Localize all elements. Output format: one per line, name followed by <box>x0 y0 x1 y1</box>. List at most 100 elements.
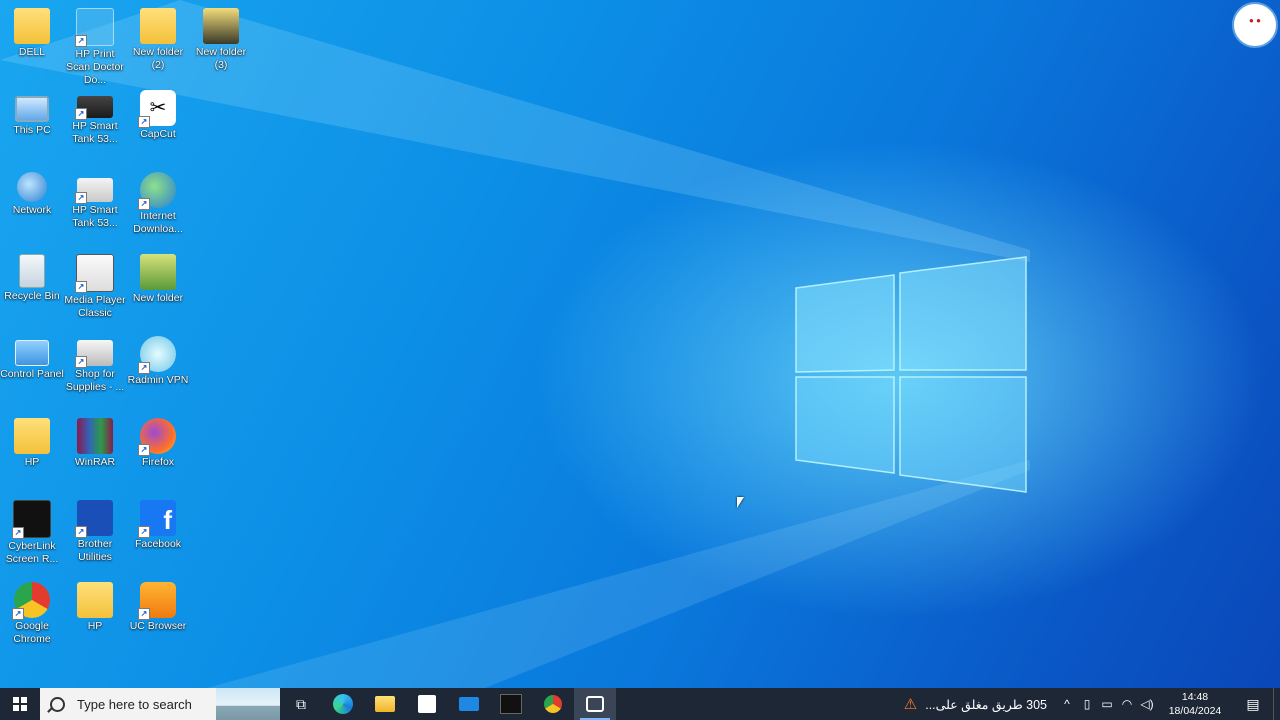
task-view-icon: ⧉ <box>296 695 306 712</box>
desktop-icon-uc-browser[interactable]: ↗ UC Browser <box>126 578 190 658</box>
recycle-bin-icon <box>19 254 45 288</box>
wifi-icon[interactable]: ◠ <box>1117 697 1137 711</box>
desktop-icon-label: Google Chrome <box>13 620 51 645</box>
show-hidden-icons-chevron-icon[interactable]: ^ <box>1057 697 1077 711</box>
desktop-icon-facebook[interactable]: f ↗ Facebook <box>126 496 190 576</box>
desktop-icon-media-player-classic[interactable]: ↗ Media Player Classic <box>63 250 127 330</box>
desktop-icon-new-folder-3[interactable]: New folder (3) <box>189 4 253 84</box>
task-view-button[interactable]: ⧉ <box>280 688 322 720</box>
network-globe-icon <box>17 172 47 202</box>
desktop-icon-label: HP Print Scan Doctor Do... <box>66 48 124 86</box>
printer-icon: ↗ <box>75 96 113 120</box>
device-icon[interactable]: ▯ <box>1077 697 1097 711</box>
desktop-icon-label: New folder <box>132 292 184 304</box>
search-box[interactable]: Type here to search <box>40 688 280 720</box>
desktop-icon-label: Recycle Bin <box>4 290 60 302</box>
notification-center-icon: ▤ <box>1246 695 1260 712</box>
shortcut-arrow-icon: ↗ <box>75 281 87 293</box>
shortcut-arrow-icon: ↗ <box>75 35 87 47</box>
desktop-icon-hp-smart-tank-2[interactable]: ↗ HP Smart Tank 53... <box>63 168 127 248</box>
chrome-icon <box>544 695 562 713</box>
taskbar-cyberlink[interactable] <box>490 688 532 720</box>
desktop-icon-label: Facebook <box>134 538 182 550</box>
folder-icon <box>140 8 176 44</box>
desktop-icon-hp-folder[interactable]: HP <box>0 414 64 494</box>
folder-icon <box>140 254 176 290</box>
desktop-icon-label: WinRAR <box>74 456 116 468</box>
search-highlight-image <box>216 688 280 720</box>
taskbar-screen-recorder[interactable] <box>574 688 616 720</box>
shortcut-arrow-icon: ↗ <box>138 116 150 128</box>
desktop-icon-radmin-vpn[interactable]: ↗ Radmin VPN <box>126 332 190 412</box>
desktop-icon-capcut[interactable]: ✂ ↗ CapCut <box>126 86 190 166</box>
desktop-icon-dell[interactable]: DELL <box>0 4 64 84</box>
start-button[interactable] <box>0 688 40 720</box>
mouse-cursor-icon <box>737 497 744 508</box>
desktop-icon-label: Firefox <box>141 456 175 468</box>
taskbar: Type here to search ⧉ ⚠ 305 طريق مغلق عل… <box>0 688 1280 720</box>
desktop-icon-recycle-bin[interactable]: Recycle Bin <box>0 250 64 330</box>
screen-recorder-icon <box>586 696 604 712</box>
notifications-button[interactable]: ▤ <box>1233 688 1273 720</box>
taskbar-mail[interactable] <box>448 688 490 720</box>
desktop-icon-label: Brother Utilities <box>77 538 113 563</box>
cyberlink-screen-recorder-icon: ↗ <box>12 500 51 539</box>
desktop-icon-this-pc[interactable]: This PC <box>0 86 64 166</box>
traffic-alert-icon: ⚠ <box>903 696 918 713</box>
taskbar-chrome[interactable] <box>532 688 574 720</box>
desktop-icon-label: New folder (2) <box>132 46 184 71</box>
desktop-icon-cyberlink[interactable]: ↗ CyberLink Screen R... <box>0 496 64 576</box>
desktop-icon-hp-print-scan-doctor[interactable]: ↗ HP Print Scan Doctor Do... <box>63 4 127 86</box>
channel-watermark-logo: ● ● <box>1232 2 1278 48</box>
desktop-icon-label: Control Panel <box>0 368 64 380</box>
winrar-icon <box>77 418 113 454</box>
desktop-icon-label: CyberLink Screen R... <box>5 540 59 565</box>
folder-icon <box>77 582 113 618</box>
desktop-icon-winrar[interactable]: WinRAR <box>63 414 127 494</box>
show-desktop-button[interactable] <box>1273 688 1280 720</box>
desktop-icon-brother-utilities[interactable]: ↗ Brother Utilities <box>63 496 127 576</box>
shortcut-arrow-icon: ↗ <box>12 527 24 539</box>
desktop-icon-label: HP <box>24 456 40 468</box>
media-player-classic-icon: ↗ <box>75 254 114 293</box>
desktop-icon-label: HP <box>87 620 103 632</box>
desktop-icon-internet-download[interactable]: ↗ Internet Downloa... <box>126 168 190 248</box>
desktop-icon-hp-folder-2[interactable]: HP <box>63 578 127 658</box>
shortcut-arrow-icon: ↗ <box>75 108 87 120</box>
desktop-icon-control-panel[interactable]: Control Panel <box>0 332 64 412</box>
shortcut-arrow-icon: ↗ <box>75 192 87 204</box>
desktop-icon-shop-for-supplies[interactable]: ↗ Shop for Supplies - ... <box>63 332 127 412</box>
desktop-icon-hp-smart-tank-1[interactable]: ↗ HP Smart Tank 53... <box>63 86 127 166</box>
desktop-icon-label: UC Browser <box>129 620 187 632</box>
clock[interactable]: 14:48 18/04/2024 <box>1157 690 1233 718</box>
taskbar-edge[interactable] <box>322 688 364 720</box>
desktop-icon-firefox[interactable]: ↗ Firefox <box>126 414 190 494</box>
desktop-icon-label: Media Player Classic <box>64 294 126 319</box>
desktop-icon-label: CapCut <box>140 128 176 140</box>
desktop-icon-new-folder-2[interactable]: New folder (2) <box>126 4 190 84</box>
desktop-icon-label: HP Smart Tank 53... <box>72 204 118 229</box>
desktop-icon-label: Internet Downloa... <box>133 210 183 235</box>
battery-icon[interactable]: ▭ <box>1097 697 1117 711</box>
taskbar-microsoft-store[interactable] <box>406 688 448 720</box>
desktop-icon-google-chrome[interactable]: ↗ Google Chrome <box>0 578 64 658</box>
desktop-icon-network[interactable]: Network <box>0 168 64 248</box>
desktop-icon-label: Radmin VPN <box>127 374 189 386</box>
folder-icon <box>203 8 239 44</box>
news-text: 305 طريق مغلق على... <box>925 697 1047 712</box>
taskbar-file-explorer[interactable] <box>364 688 406 720</box>
desktop-icon-label: DELL <box>18 46 46 58</box>
desktop-icon-label: This PC <box>13 124 51 136</box>
computer-icon <box>15 96 49 122</box>
scanner-icon: ↗ <box>75 178 113 204</box>
brother-utilities-icon: ↗ <box>75 500 113 538</box>
cyberlink-icon <box>500 694 522 714</box>
firefox-icon: ↗ <box>138 418 176 456</box>
capcut-icon: ✂ ↗ <box>138 90 176 128</box>
volume-icon[interactable]: ◁) <box>1137 697 1157 711</box>
store-icon <box>418 695 436 713</box>
desktop[interactable]: DELL This PC Network Recycle Bin Control… <box>0 0 1280 688</box>
shortcut-arrow-icon: ↗ <box>138 198 150 210</box>
desktop-icon-new-folder[interactable]: New folder <box>126 250 190 330</box>
news-widget[interactable]: ⚠ 305 طريق مغلق على... <box>894 688 1057 720</box>
